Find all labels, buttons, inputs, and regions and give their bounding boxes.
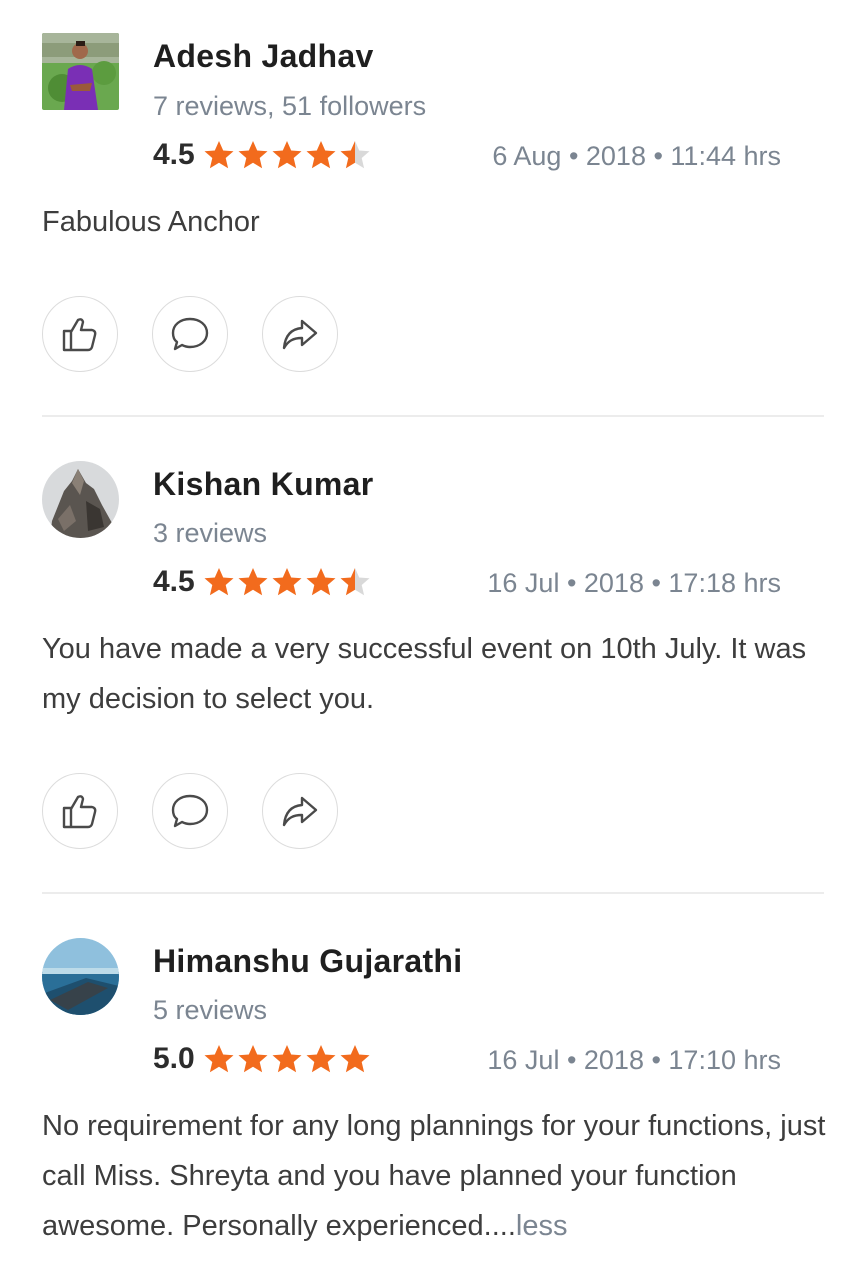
star-full-icon — [272, 1045, 302, 1073]
star-rating — [203, 139, 373, 171]
review-text: You have made a very successful event on… — [42, 624, 832, 724]
star-half-icon — [340, 568, 370, 596]
thumbs-up-icon — [62, 318, 97, 352]
star-full-icon — [306, 141, 336, 169]
avatar[interactable] — [42, 33, 119, 110]
thumbs-up-icon — [62, 795, 97, 829]
star-full-icon — [272, 568, 302, 596]
share-arrow-icon — [282, 319, 318, 350]
avatar[interactable] — [42, 938, 119, 1015]
rating-value: 4.5 — [153, 565, 195, 598]
share-button[interactable] — [262, 296, 338, 372]
review-actions — [42, 773, 372, 849]
reviewer-meta: 5 reviews — [153, 995, 268, 1025]
reviewer-name[interactable]: Adesh Jadhav — [153, 38, 374, 75]
star-full-icon — [272, 141, 302, 169]
sea-photo-icon — [42, 938, 119, 1015]
star-full-icon — [306, 1045, 336, 1073]
rating-value: 5.0 — [153, 1042, 195, 1075]
star-full-icon — [204, 1045, 234, 1073]
share-button[interactable] — [262, 773, 338, 849]
star-full-icon — [238, 141, 268, 169]
rating-row: 4.5 — [153, 565, 373, 599]
star-full-icon — [204, 568, 234, 596]
review-date: 6 Aug • 2018 • 11:44 hrs — [492, 141, 781, 171]
review-text-body: Fabulous Anchor — [42, 206, 260, 238]
less-link[interactable]: less — [516, 1210, 568, 1242]
reviewer-meta: 3 reviews — [153, 518, 268, 548]
like-button[interactable] — [42, 773, 118, 849]
rating-row: 4.5 — [153, 138, 373, 172]
like-button[interactable] — [42, 296, 118, 372]
rating-row: 5.0 — [153, 1042, 373, 1076]
star-full-icon — [306, 568, 336, 596]
person-photo-icon — [42, 33, 119, 110]
review-text-body: You have made a very successful event on… — [42, 633, 807, 715]
star-rating — [203, 566, 373, 598]
review-actions — [42, 296, 372, 372]
avatar[interactable] — [42, 461, 119, 538]
speech-bubble-icon — [171, 794, 209, 828]
review-text: No requirement for any long plannings fo… — [42, 1101, 832, 1251]
star-full-icon — [238, 1045, 268, 1073]
star-full-icon — [238, 568, 268, 596]
speech-bubble-icon — [171, 317, 209, 351]
rock-photo-icon — [42, 461, 119, 538]
share-arrow-icon — [282, 796, 318, 827]
review-text-body: No requirement for any long plannings fo… — [42, 1110, 826, 1242]
review-date: 16 Jul • 2018 • 17:18 hrs — [487, 568, 781, 598]
reviewer-name[interactable]: Himanshu Gujarathi — [153, 943, 462, 980]
reviewer-meta: 7 reviews, 51 followers — [153, 91, 427, 121]
comment-button[interactable] — [152, 296, 228, 372]
rating-value: 4.5 — [153, 138, 195, 171]
star-half-icon — [340, 141, 370, 169]
divider — [42, 415, 824, 417]
comment-button[interactable] — [152, 773, 228, 849]
star-rating — [203, 1043, 373, 1075]
star-full-icon — [204, 141, 234, 169]
star-full-icon — [340, 1045, 370, 1073]
divider — [42, 892, 824, 894]
review-date: 16 Jul • 2018 • 17:10 hrs — [487, 1045, 781, 1075]
reviewer-name[interactable]: Kishan Kumar — [153, 466, 374, 503]
review-text: Fabulous Anchor — [42, 197, 832, 247]
